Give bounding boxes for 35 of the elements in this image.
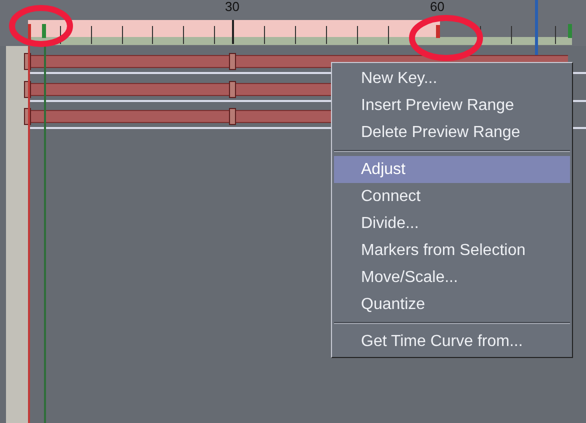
tick-mark [232, 20, 234, 44]
tick-mark [295, 26, 296, 44]
menu-item[interactable]: Insert Preview Range [334, 92, 570, 119]
tick-mark [388, 26, 389, 44]
menu-item[interactable]: Delete Preview Range [334, 119, 570, 146]
highlight-circle [8, 4, 74, 48]
ruler-label: 60 [430, 0, 444, 13]
key-handle [229, 53, 236, 70]
tick-mark [122, 26, 123, 44]
start-marker [28, 24, 31, 40]
menu-item[interactable]: Divide... [334, 210, 570, 237]
end-marker [436, 25, 440, 38]
menu-item[interactable]: Move/Scale... [334, 264, 570, 291]
start-marker [42, 24, 46, 38]
ruler-label: 30 [225, 0, 240, 13]
menu-item[interactable]: Adjust [334, 156, 570, 183]
tick-mark [555, 26, 556, 44]
menu-item[interactable]: Connect [334, 183, 570, 210]
tick-mark [264, 26, 265, 44]
tick-mark [91, 26, 92, 44]
key-handle [229, 81, 236, 98]
time-cursor [535, 0, 538, 58]
tick-mark [152, 26, 153, 44]
tick-mark [511, 26, 512, 44]
menu-item[interactable]: Quantize [334, 291, 570, 318]
menu-item[interactable]: Markers from Selection [334, 237, 570, 264]
end-marker [568, 24, 572, 38]
tick-mark [326, 26, 327, 44]
tick-mark [60, 26, 61, 44]
tick-mark [357, 26, 358, 44]
menu-item[interactable]: New Key... [334, 65, 570, 92]
key-handle [229, 108, 236, 125]
tick-mark [214, 26, 215, 44]
tick-mark [183, 26, 184, 44]
menu-item[interactable]: Get Time Curve from... [334, 328, 570, 355]
